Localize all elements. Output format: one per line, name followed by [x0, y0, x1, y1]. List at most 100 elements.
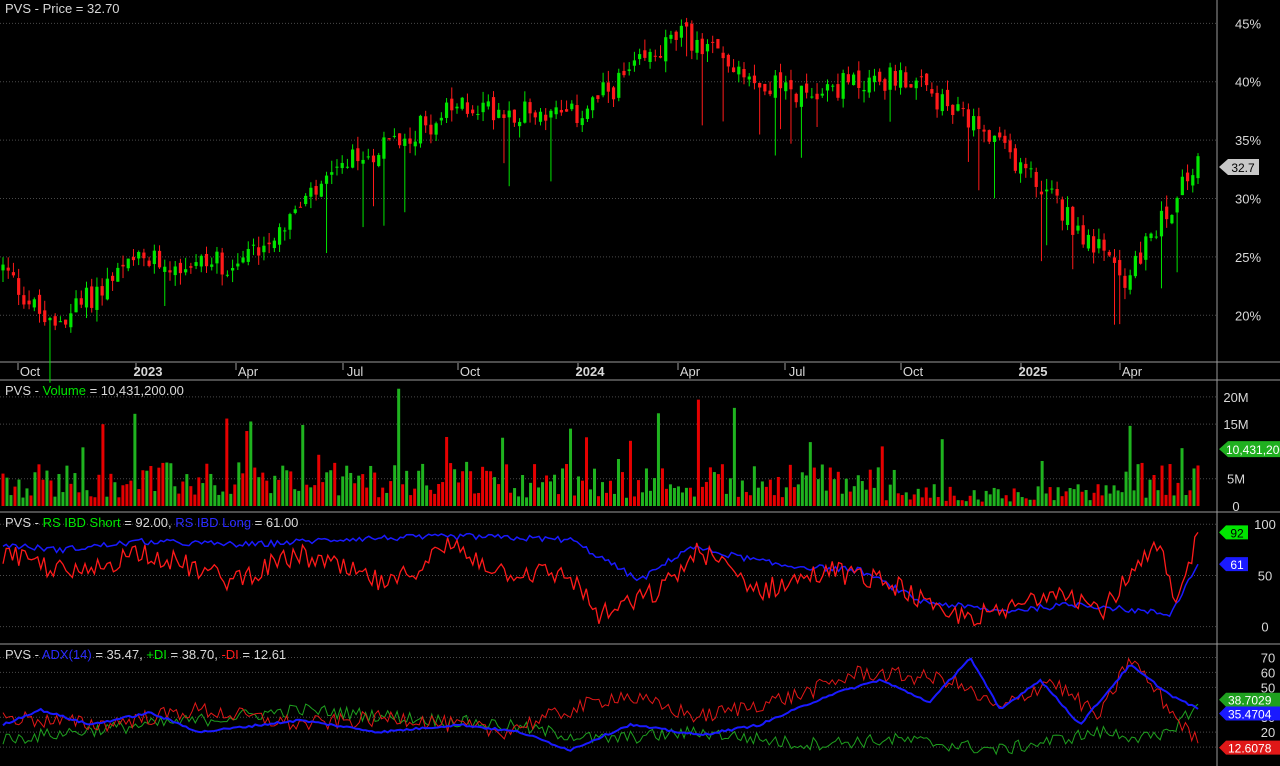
- volume-bar: [904, 492, 908, 506]
- price-candle-body: [84, 287, 89, 308]
- price-candle-body: [116, 267, 120, 282]
- price-candle-body: [403, 138, 407, 146]
- volume-bar: [33, 472, 37, 506]
- volume-bar: [652, 478, 656, 506]
- volume-bar: [752, 466, 756, 506]
- volume-bar: [912, 494, 916, 506]
- price-candle-body: [1060, 199, 1064, 221]
- price-candle-body: [277, 227, 282, 245]
- volume-bar: [321, 482, 325, 506]
- volume-bar: [341, 476, 345, 506]
- volume-bar: [860, 481, 864, 506]
- volume-bar: [1008, 501, 1012, 506]
- price-candle-body: [648, 51, 652, 62]
- volume-bar: [493, 477, 497, 506]
- volume-bar: [513, 488, 517, 506]
- volume-bar: [848, 491, 852, 506]
- price-candle-body: [1154, 236, 1158, 238]
- price-candle-body: [606, 82, 610, 92]
- volume-bar: [529, 482, 533, 506]
- volume-bar: [724, 493, 728, 506]
- volume-tick-label: 15M: [1223, 417, 1248, 432]
- volume-bar: [1064, 491, 1068, 506]
- volume-bar: [273, 475, 277, 506]
- volume-bar: [872, 487, 876, 506]
- price-candle-body: [377, 155, 381, 167]
- volume-bar: [453, 469, 457, 506]
- volume-bar: [744, 491, 748, 506]
- volume-bar: [25, 488, 29, 506]
- volume-bar: [597, 496, 601, 506]
- volume-bar: [760, 481, 764, 506]
- volume-bar: [784, 487, 788, 506]
- volume-bar: [93, 497, 97, 506]
- volume-bar: [561, 468, 565, 506]
- price-candle-body: [857, 70, 861, 88]
- volume-bar: [804, 475, 808, 506]
- volume-bar: [1, 473, 5, 506]
- price-candle-body: [643, 50, 647, 58]
- volume-bar: [425, 485, 429, 506]
- volume-bar: [9, 495, 13, 506]
- price-candle-body: [43, 310, 47, 323]
- volume-bar: [569, 428, 573, 506]
- volume-bar: [45, 470, 49, 506]
- volume-bar: [325, 472, 329, 506]
- price-candle-body: [951, 104, 955, 115]
- volume-bar: [900, 495, 904, 506]
- price-candle-body: [330, 172, 334, 175]
- volume-bar: [884, 500, 888, 506]
- price-candle-body: [434, 123, 438, 135]
- adx-panel-title: PVS - ADX(14) = 35.47, +DI = 38.70, -DI …: [5, 647, 286, 662]
- volume-bar: [832, 479, 836, 506]
- volume-name: Volume: [42, 383, 86, 398]
- volume-bar: [928, 497, 932, 506]
- price-candle-body: [627, 69, 631, 71]
- volume-bar: [69, 483, 73, 506]
- volume-bar: [1172, 495, 1176, 506]
- price-candle-body: [1175, 197, 1179, 213]
- price-candle-body: [314, 186, 318, 195]
- volume-bar: [429, 489, 433, 506]
- volume-bar: [305, 484, 309, 506]
- xaxis-label: Oct: [460, 364, 481, 379]
- price-candle-body: [356, 148, 360, 162]
- price-candle-body: [731, 67, 736, 73]
- adx-prefix: PVS -: [5, 647, 42, 662]
- price-candle-body: [815, 93, 819, 100]
- volume-bar: [465, 461, 469, 506]
- price-candle-body: [283, 230, 287, 232]
- volume-bar: [313, 485, 317, 506]
- volume-bar: [57, 474, 61, 506]
- price-candle-body: [1008, 140, 1012, 153]
- volume-bar: [53, 496, 57, 506]
- volume-bar: [972, 490, 976, 506]
- price-candle-body: [1170, 214, 1174, 224]
- price-candle-body: [335, 166, 339, 168]
- price-candle-body: [1191, 175, 1195, 186]
- volume-tick-label: 0: [1232, 499, 1239, 514]
- volume-value: = 10,431,200.00: [85, 383, 184, 398]
- volume-bar: [221, 491, 225, 506]
- volume-bar: [740, 480, 744, 506]
- price-candle-body: [758, 82, 762, 88]
- volume-bar: [1188, 490, 1192, 506]
- volume-bar: [1060, 496, 1064, 506]
- volume-bar: [181, 481, 185, 506]
- price-candle-body: [309, 187, 313, 197]
- price-candle-body: [262, 245, 266, 253]
- price-candle-body: [893, 70, 897, 86]
- volume-bar: [361, 474, 365, 506]
- volume-bar: [636, 480, 640, 506]
- volume-bar: [469, 471, 473, 506]
- volume-bar: [1160, 465, 1164, 506]
- volume-bar: [61, 492, 65, 506]
- volume-bar: [125, 484, 129, 506]
- volume-bar: [393, 465, 397, 506]
- volume-bar: [1100, 495, 1104, 506]
- price-candle-body: [502, 114, 506, 119]
- volume-bar: [880, 446, 884, 506]
- price-candle-body: [992, 135, 997, 142]
- volume-bar: [1184, 495, 1188, 506]
- rs-tick-label: 100: [1254, 517, 1276, 532]
